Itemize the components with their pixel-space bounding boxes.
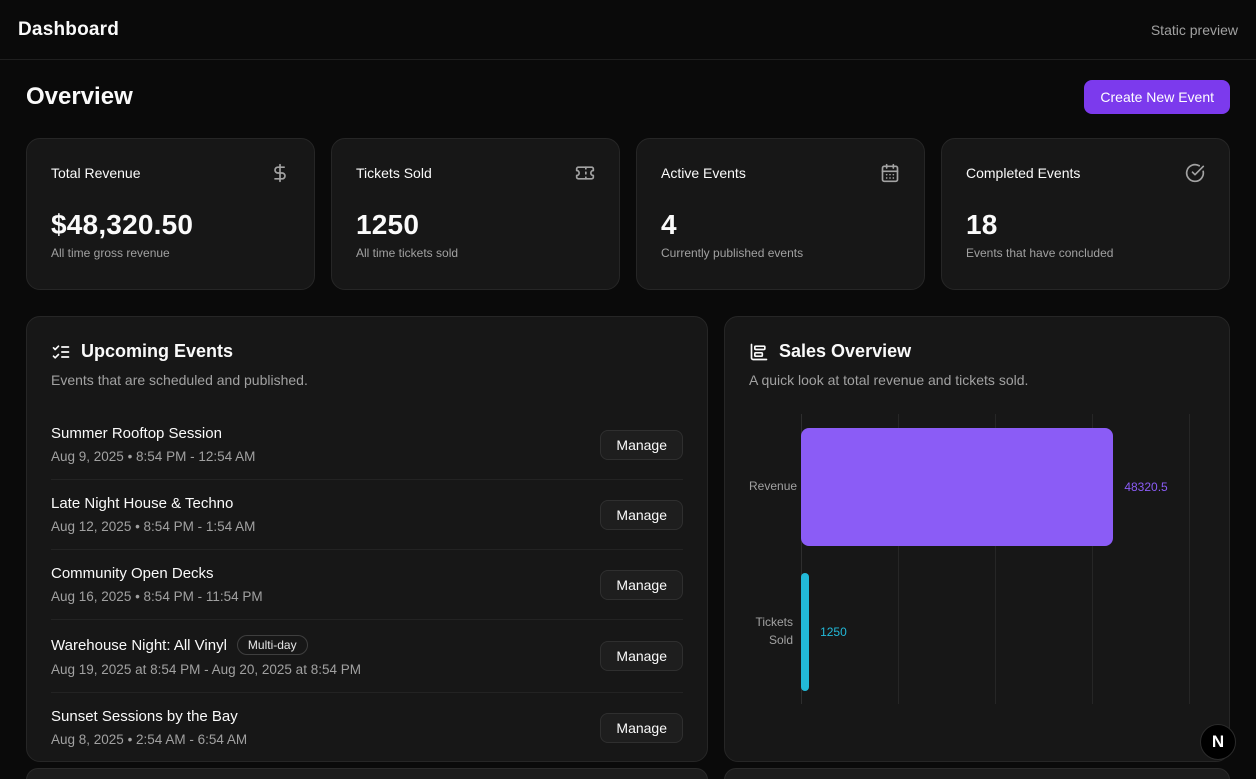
- stat-card: Active Events 4 Currently published even…: [636, 138, 925, 290]
- topbar: Dashboard Static preview: [0, 0, 1256, 60]
- stat-card-title: Total Revenue: [51, 165, 141, 181]
- sales-overview-header: Sales Overview: [749, 341, 1205, 362]
- chart-bar-tickets-sold[interactable]: [801, 573, 809, 691]
- nextjs-devtools-badge[interactable]: N: [1200, 724, 1236, 760]
- sales-overview-panel: Sales Overview A quick look at total rev…: [724, 316, 1230, 762]
- create-new-event-button[interactable]: Create New Event: [1084, 80, 1230, 114]
- event-list-item: Late Night House & Techno Aug 12, 2025 •…: [51, 479, 683, 549]
- chart-row: Tickets Sold 1250: [749, 559, 1205, 704]
- event-list-item: Summer Rooftop Session Aug 9, 2025 • 8:5…: [51, 410, 683, 479]
- stat-card-caption: Events that have concluded: [966, 246, 1205, 260]
- event-name: Late Night House & Techno: [51, 495, 233, 512]
- stat-card-value: $48,320.50: [51, 209, 290, 241]
- stat-card: Total Revenue $48,320.50 All time gross …: [26, 138, 315, 290]
- upcoming-events-title: Upcoming Events: [81, 341, 233, 362]
- stat-card-title: Tickets Sold: [356, 165, 432, 181]
- list-checks-icon: [51, 342, 71, 362]
- app-title: Dashboard: [18, 19, 119, 41]
- chart-category-label: Revenue: [749, 478, 793, 495]
- chart-row: Revenue 48320.5: [749, 414, 1205, 559]
- sales-overview-title: Sales Overview: [779, 341, 911, 362]
- event-list-item: Community Open Decks Aug 16, 2025 • 8:54…: [51, 549, 683, 619]
- stat-card: Tickets Sold 1250 All time tickets sold: [331, 138, 620, 290]
- upcoming-events-panel: Upcoming Events Events that are schedule…: [26, 316, 708, 762]
- event-time: Aug 19, 2025 at 8:54 PM - Aug 20, 2025 a…: [51, 662, 361, 677]
- manage-event-button[interactable]: Manage: [600, 500, 683, 530]
- below-fold-cards: [26, 768, 1230, 779]
- stat-card-caption: All time tickets sold: [356, 246, 595, 260]
- manage-event-button[interactable]: Manage: [600, 570, 683, 600]
- page-header: Overview Create New Event: [26, 80, 1230, 114]
- stat-card: Completed Events 18 Events that have con…: [941, 138, 1230, 290]
- chart-value-label: 48320.5: [1124, 480, 1167, 494]
- below-fold-card-right: [724, 768, 1230, 779]
- calendar-icon: [880, 163, 900, 183]
- stat-card-caption: Currently published events: [661, 246, 900, 260]
- manage-event-button[interactable]: Manage: [600, 713, 683, 743]
- stat-card-caption: All time gross revenue: [51, 246, 290, 260]
- event-name: Warehouse Night: All Vinyl: [51, 637, 227, 654]
- dollar-sign-icon: [270, 163, 290, 183]
- stat-card-value: 4: [661, 209, 900, 241]
- manage-event-button[interactable]: Manage: [600, 430, 683, 460]
- static-preview-label: Static preview: [1151, 22, 1238, 38]
- ticket-icon: [575, 163, 595, 183]
- stat-card-title: Active Events: [661, 165, 746, 181]
- upcoming-events-header: Upcoming Events: [51, 341, 683, 362]
- upcoming-events-subtitle: Events that are scheduled and published.: [51, 372, 683, 388]
- chart-bar-revenue[interactable]: [801, 428, 1113, 546]
- event-time: Aug 9, 2025 • 8:54 PM - 12:54 AM: [51, 449, 255, 464]
- chart-value-label: 1250: [820, 625, 847, 639]
- stat-card-title: Completed Events: [966, 165, 1080, 181]
- multi-day-badge: Multi-day: [237, 635, 308, 655]
- event-list-item: Warehouse Night: All Vinyl Multi-day Aug…: [51, 619, 683, 692]
- below-fold-card-left: [26, 768, 708, 779]
- page-title: Overview: [26, 83, 133, 111]
- event-time: Aug 16, 2025 • 8:54 PM - 11:54 PM: [51, 589, 263, 604]
- event-time: Aug 8, 2025 • 2:54 AM - 6:54 AM: [51, 732, 247, 747]
- upcoming-events-list: Summer Rooftop Session Aug 9, 2025 • 8:5…: [51, 410, 683, 762]
- chart-category-label: Tickets Sold: [749, 614, 793, 649]
- stat-card-value: 1250: [356, 209, 595, 241]
- event-list-item: Sunset Sessions by the Bay Aug 8, 2025 •…: [51, 692, 683, 762]
- bar-chart-icon: [749, 342, 769, 362]
- event-name: Summer Rooftop Session: [51, 425, 222, 442]
- nextjs-logo-icon: N: [1212, 732, 1224, 752]
- panels-row: Upcoming Events Events that are schedule…: [26, 316, 1230, 762]
- event-name: Community Open Decks: [51, 565, 214, 582]
- sales-overview-subtitle: A quick look at total revenue and ticket…: [749, 372, 1205, 388]
- check-circle-icon: [1185, 163, 1205, 183]
- manage-event-button[interactable]: Manage: [600, 641, 683, 671]
- sales-bar-chart: Revenue 48320.5 Tickets Sold 1250: [749, 414, 1205, 704]
- event-name: Sunset Sessions by the Bay: [51, 708, 238, 725]
- main-content: Overview Create New Event Total Revenue …: [0, 60, 1256, 779]
- stats-row: Total Revenue $48,320.50 All time gross …: [26, 138, 1230, 290]
- event-time: Aug 12, 2025 • 8:54 PM - 1:54 AM: [51, 519, 255, 534]
- stat-card-value: 18: [966, 209, 1205, 241]
